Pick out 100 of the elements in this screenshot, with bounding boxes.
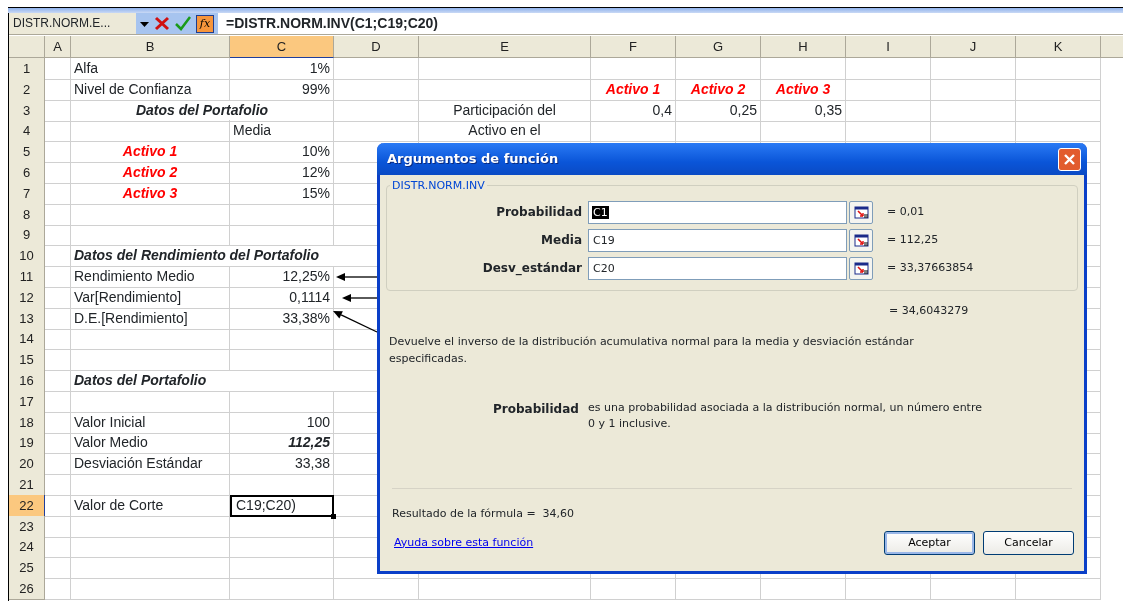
insert-function-button[interactable]: fx (196, 14, 214, 33)
empty-cell[interactable] (591, 58, 676, 80)
row-header[interactable]: 17 (9, 390, 45, 413)
empty-cell[interactable] (71, 473, 230, 496)
row-header[interactable]: 3 (9, 99, 45, 122)
column-header[interactable]: I (846, 36, 931, 58)
empty-cell[interactable] (846, 58, 931, 80)
row-header[interactable]: 6 (9, 162, 45, 184)
empty-cell[interactable] (71, 328, 230, 351)
row-header[interactable]: 7 (9, 182, 45, 205)
row-header[interactable]: 16 (9, 369, 45, 392)
empty-cell[interactable] (846, 99, 931, 122)
empty-cell[interactable] (230, 536, 334, 559)
empty-cell[interactable] (71, 390, 230, 413)
column-header[interactable]: K (1016, 36, 1101, 58)
empty-cell[interactable] (931, 120, 1016, 143)
input-field[interactable]: C1 (588, 200, 847, 224)
row-header[interactable]: 4 (9, 120, 45, 143)
column-header[interactable]: B (71, 36, 230, 58)
empty-cell[interactable] (676, 58, 761, 80)
row-header[interactable]: 2 (9, 78, 45, 101)
empty-cell[interactable] (71, 515, 230, 538)
row-header[interactable]: 22 (9, 494, 45, 517)
range-select-button[interactable] (849, 228, 873, 252)
empty-cell[interactable] (591, 120, 676, 143)
empty-cell[interactable] (230, 349, 334, 372)
input-field[interactable]: C19 (588, 228, 847, 252)
empty-cell[interactable] (71, 536, 230, 559)
empty-cell[interactable] (1016, 577, 1101, 600)
row-header[interactable]: 11 (9, 265, 45, 288)
range-select-button[interactable] (849, 200, 873, 224)
cancel-button[interactable]: Cancelar (983, 531, 1074, 555)
active-cell[interactable]: C19;C20) (230, 494, 334, 517)
empty-cell[interactable] (419, 78, 591, 101)
empty-cell[interactable] (846, 120, 931, 143)
empty-cell[interactable] (1016, 58, 1101, 80)
range-select-button[interactable] (849, 256, 873, 280)
row-header[interactable]: 15 (9, 349, 45, 372)
ok-button[interactable]: Aceptar (884, 531, 975, 555)
close-button[interactable] (1058, 147, 1081, 171)
row-header[interactable]: 24 (9, 536, 45, 559)
empty-cell[interactable] (71, 224, 230, 247)
empty-cell[interactable] (334, 577, 419, 600)
empty-cell[interactable] (230, 203, 334, 226)
empty-cell[interactable] (1016, 78, 1101, 101)
empty-cell[interactable] (334, 99, 419, 122)
row-header[interactable]: 25 (9, 557, 45, 580)
select-all-corner[interactable] (9, 36, 45, 58)
empty-cell[interactable] (71, 577, 230, 600)
empty-cell[interactable] (761, 120, 846, 143)
row-header[interactable]: 10 (9, 245, 45, 268)
empty-cell[interactable] (71, 203, 230, 226)
empty-cell[interactable] (334, 120, 419, 143)
row-header[interactable]: 13 (9, 307, 45, 330)
empty-cell[interactable] (1016, 99, 1101, 122)
empty-cell[interactable] (761, 577, 846, 600)
help-link[interactable]: Ayuda sobre esta función (394, 534, 534, 552)
empty-cell[interactable] (334, 58, 419, 80)
row-header[interactable]: 23 (9, 515, 45, 538)
empty-cell[interactable] (71, 557, 230, 580)
column-header[interactable]: J (931, 36, 1016, 58)
empty-cell[interactable] (71, 120, 230, 143)
empty-cell[interactable] (419, 58, 591, 80)
empty-cell[interactable] (931, 78, 1016, 101)
empty-cell[interactable] (676, 120, 761, 143)
empty-cell[interactable] (334, 78, 419, 101)
formula-text[interactable]: =DISTR.NORM.INV(C1;C19;C20) (218, 13, 438, 34)
row-header[interactable]: 1 (9, 58, 45, 80)
row-header[interactable]: 26 (9, 577, 45, 600)
name-box[interactable]: DISTR.NORM.E... (9, 13, 136, 34)
empty-cell[interactable] (676, 577, 761, 600)
fill-handle[interactable] (331, 513, 336, 519)
empty-cell[interactable] (230, 390, 334, 413)
empty-cell[interactable] (230, 224, 334, 247)
column-header[interactable]: H (761, 36, 846, 58)
empty-cell[interactable] (931, 99, 1016, 122)
row-header[interactable]: 12 (9, 286, 45, 309)
empty-cell[interactable] (230, 577, 334, 600)
column-header[interactable]: F (591, 36, 676, 58)
empty-cell[interactable] (761, 58, 846, 80)
column-header[interactable]: D (334, 36, 419, 58)
empty-cell[interactable] (846, 577, 931, 600)
row-header[interactable]: 5 (9, 141, 45, 164)
empty-cell[interactable] (591, 577, 676, 600)
column-header[interactable]: A (45, 36, 71, 58)
empty-cell[interactable] (846, 78, 931, 101)
row-header[interactable]: 18 (9, 411, 45, 434)
empty-cell[interactable] (931, 577, 1016, 600)
column-header[interactable]: C (230, 36, 334, 58)
row-header[interactable]: 21 (9, 473, 45, 496)
empty-cell[interactable] (1016, 120, 1101, 143)
empty-cell[interactable] (71, 349, 230, 372)
row-header[interactable]: 14 (9, 328, 45, 351)
empty-cell[interactable] (419, 577, 591, 600)
input-field[interactable]: C20 (588, 256, 847, 280)
row-header[interactable]: 9 (9, 224, 45, 247)
row-header[interactable]: 8 (9, 203, 45, 226)
row-header[interactable]: 20 (9, 453, 45, 476)
row-header[interactable]: 19 (9, 432, 45, 455)
empty-cell[interactable] (230, 557, 334, 580)
